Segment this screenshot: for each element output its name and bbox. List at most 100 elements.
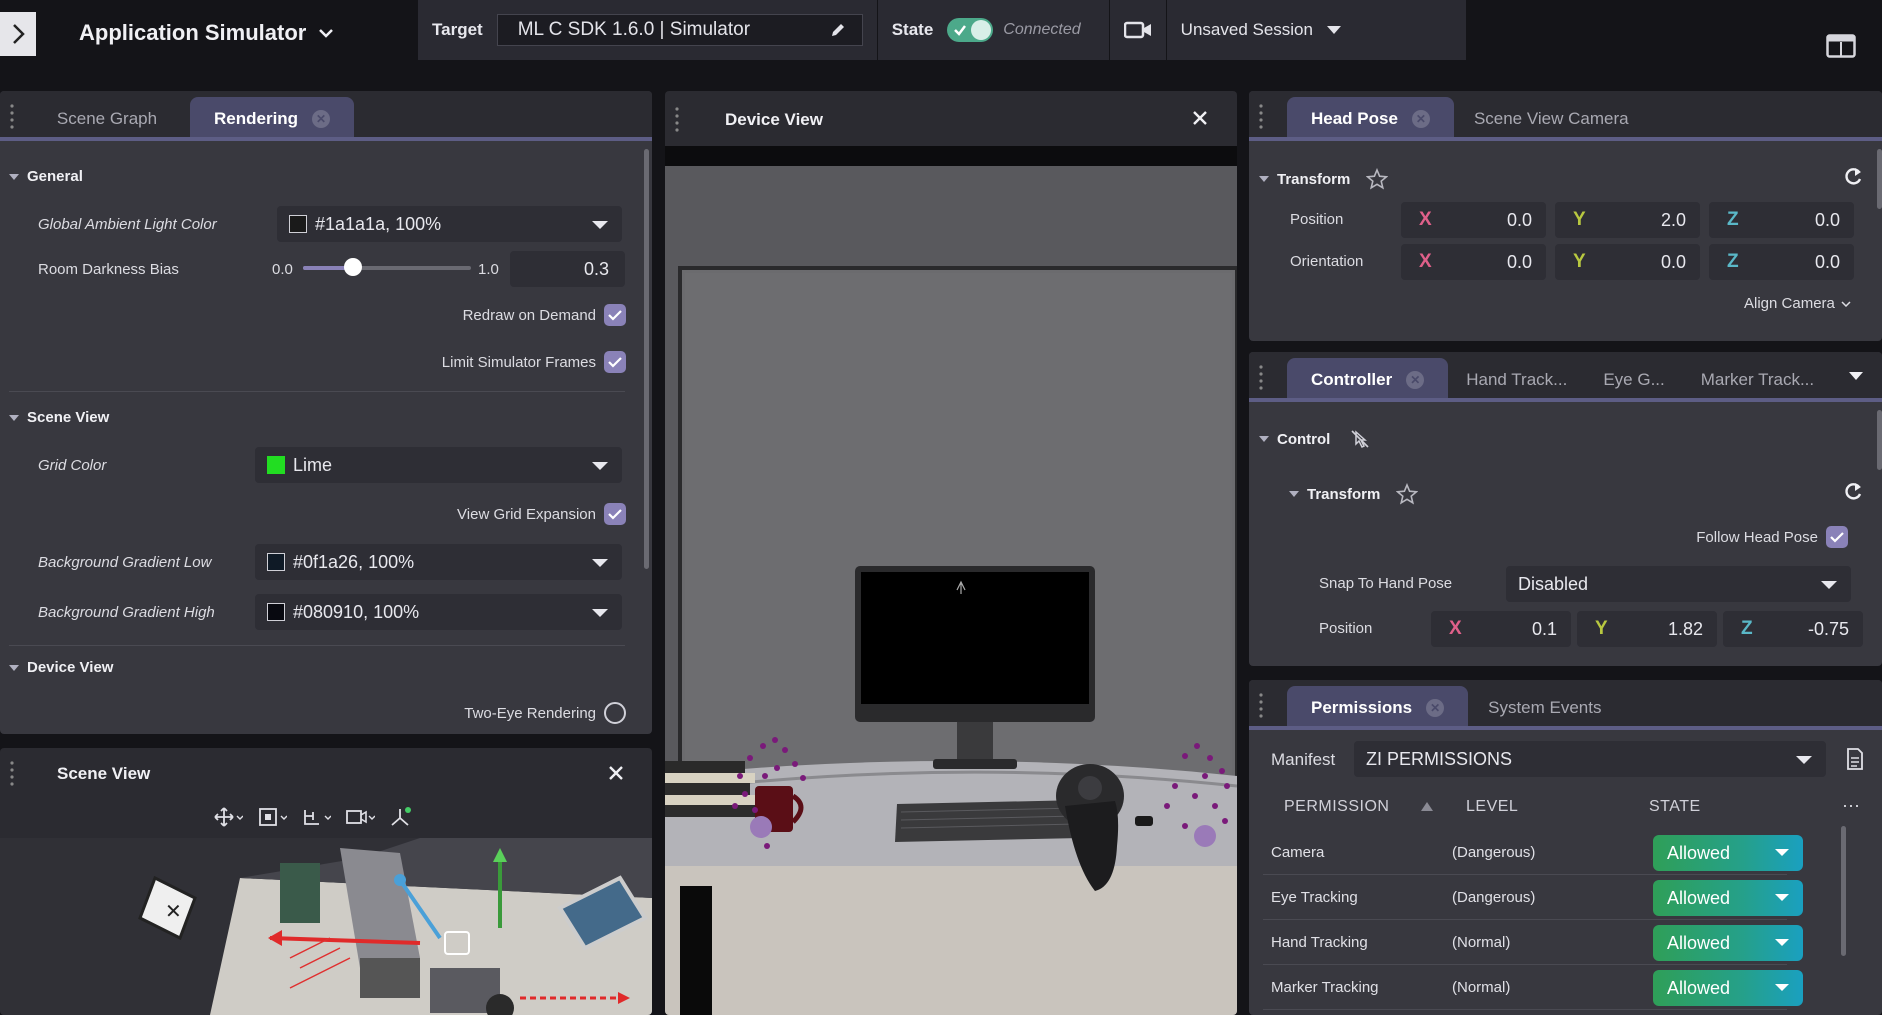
target-label: Target bbox=[432, 20, 483, 39]
ambient-light-color-dropdown[interactable]: #1a1a1a, 100% bbox=[277, 206, 622, 242]
darkness-slider-track[interactable] bbox=[303, 258, 471, 276]
more-options-icon[interactable]: ··· bbox=[1842, 795, 1860, 816]
star-icon[interactable] bbox=[1396, 483, 1419, 505]
focus-tool-icon[interactable] bbox=[257, 806, 287, 828]
table-row[interactable]: Eye Tracking (Dangerous) Allowed bbox=[1263, 875, 1803, 920]
section-title: Device View bbox=[27, 659, 114, 676]
tab-eye-gaze[interactable]: Eye G... bbox=[1585, 358, 1682, 402]
close-tab-icon[interactable]: ✕ bbox=[1411, 110, 1430, 128]
session-dropdown[interactable]: Unsaved Session bbox=[1181, 20, 1341, 40]
ambient-light-label: Global Ambient Light Color bbox=[38, 216, 217, 233]
caret-down-icon bbox=[1775, 894, 1789, 901]
permission-state-dropdown[interactable]: Allowed bbox=[1653, 835, 1803, 871]
scrollbar[interactable] bbox=[644, 149, 649, 569]
layout-icon[interactable] bbox=[1826, 34, 1856, 58]
grid-color-dropdown[interactable]: Lime bbox=[255, 447, 622, 483]
head-position-y-field[interactable]: Y 2.0 bbox=[1555, 202, 1700, 238]
drag-handle-icon[interactable] bbox=[1249, 352, 1273, 402]
drag-handle-icon[interactable] bbox=[1249, 680, 1273, 730]
controller-transform-section[interactable]: Transform bbox=[1289, 483, 1419, 505]
tab-rendering[interactable]: Rendering ✕ bbox=[190, 97, 355, 141]
connection-toggle[interactable] bbox=[947, 18, 994, 42]
snap-to-hand-pose-dropdown[interactable]: Disabled bbox=[1506, 566, 1851, 602]
permission-state-dropdown[interactable]: Allowed bbox=[1653, 880, 1803, 916]
drag-handle-icon[interactable] bbox=[665, 91, 689, 146]
star-icon[interactable] bbox=[1366, 168, 1389, 190]
drag-handle-icon[interactable] bbox=[0, 748, 24, 798]
section-device-view[interactable]: Device View bbox=[9, 659, 113, 676]
tab-scene-view-camera[interactable]: Scene View Camera bbox=[1454, 97, 1653, 141]
camera-tool-icon[interactable] bbox=[345, 806, 375, 828]
bg-gradient-high-dropdown[interactable]: #080910, 100% bbox=[255, 594, 622, 630]
head-transform-section[interactable]: Transform bbox=[1259, 168, 1389, 190]
pencil-icon[interactable] bbox=[830, 22, 846, 38]
tab-marker-tracking[interactable]: Marker Track... bbox=[1683, 358, 1832, 402]
close-tab-icon[interactable]: ✕ bbox=[312, 110, 331, 128]
two-eye-rendering-checkbox[interactable] bbox=[604, 702, 626, 724]
control-section[interactable]: Control bbox=[1259, 429, 1370, 449]
tab-head-pose[interactable]: Head Pose ✕ bbox=[1287, 97, 1454, 141]
view-grid-expansion-checkbox[interactable] bbox=[604, 503, 626, 525]
close-tab-icon[interactable]: ✕ bbox=[1406, 371, 1425, 389]
session-name: Unsaved Session bbox=[1180, 20, 1313, 39]
table-row[interactable]: Camera (Dangerous) Allowed bbox=[1263, 830, 1803, 875]
table-row[interactable]: Hand Tracking (Normal) Allowed bbox=[1263, 920, 1803, 965]
permission-state-dropdown[interactable]: Allowed bbox=[1653, 970, 1803, 1006]
column-header-permission[interactable]: PERMISSION bbox=[1284, 798, 1389, 816]
app-title-dropdown[interactable]: Application Simulator bbox=[79, 20, 334, 46]
sort-ascending-icon[interactable] bbox=[1421, 802, 1433, 811]
bg-gradient-low-dropdown[interactable]: #0f1a26, 100% bbox=[255, 544, 622, 580]
column-header-level[interactable]: LEVEL bbox=[1466, 798, 1518, 816]
close-tab-icon[interactable]: ✕ bbox=[1426, 699, 1445, 717]
target-selector[interactable]: ML C SDK 1.6.0 | Simulator bbox=[496, 14, 863, 46]
scrollbar[interactable] bbox=[1877, 410, 1882, 470]
head-pose-panel: Head Pose ✕ Scene View Camera Transform P… bbox=[1249, 91, 1882, 341]
drag-handle-icon[interactable] bbox=[1249, 91, 1273, 141]
head-orientation-x-field[interactable]: X 0.0 bbox=[1401, 244, 1546, 280]
document-icon[interactable] bbox=[1846, 748, 1864, 770]
head-position-z-field[interactable]: Z 0.0 bbox=[1709, 202, 1854, 238]
expand-menu-button[interactable] bbox=[0, 12, 36, 56]
limit-simulator-frames-checkbox[interactable] bbox=[604, 351, 626, 373]
video-camera-icon[interactable] bbox=[1123, 20, 1152, 40]
head-orientation-y-field[interactable]: Y 0.0 bbox=[1555, 244, 1700, 280]
permission-state-dropdown[interactable]: Allowed bbox=[1653, 925, 1803, 961]
toolbar-divider bbox=[1108, 0, 1110, 60]
darkness-slider-handle[interactable] bbox=[344, 258, 363, 276]
align-camera-dropdown[interactable]: Align Camera bbox=[1744, 295, 1851, 312]
controller-position-x-field[interactable]: X 0.1 bbox=[1431, 611, 1571, 647]
tab-permissions[interactable]: Permissions ✕ bbox=[1287, 686, 1469, 730]
section-title: Transform bbox=[1277, 170, 1351, 188]
section-scene-view[interactable]: Scene View bbox=[9, 409, 109, 426]
redraw-on-demand-checkbox[interactable] bbox=[604, 304, 626, 326]
drag-handle-icon[interactable] bbox=[0, 91, 24, 141]
scene-3d-viewport[interactable]: ✕ bbox=[0, 838, 652, 1015]
follow-head-pose-checkbox[interactable] bbox=[1826, 526, 1848, 548]
scrollbar[interactable] bbox=[1841, 826, 1846, 956]
column-header-state[interactable]: STATE bbox=[1649, 798, 1701, 816]
tab-system-events[interactable]: System Events bbox=[1468, 686, 1625, 730]
scrollbar[interactable] bbox=[1877, 149, 1882, 209]
section-general[interactable]: General bbox=[9, 168, 83, 185]
tab-hand-tracking[interactable]: Hand Track... bbox=[1448, 358, 1585, 402]
controller-position-z-field[interactable]: Z -0.75 bbox=[1723, 611, 1863, 647]
move-tool-icon[interactable] bbox=[213, 806, 243, 828]
pivot-tool-icon[interactable] bbox=[301, 806, 331, 828]
caret-down-icon bbox=[592, 462, 608, 470]
darkness-bias-input[interactable]: 0.3 bbox=[510, 251, 625, 287]
tab-scene-graph[interactable]: Scene Graph bbox=[24, 97, 190, 141]
head-position-x-field[interactable]: X 0.0 bbox=[1401, 202, 1546, 238]
reset-icon[interactable] bbox=[1842, 481, 1864, 503]
manifest-dropdown[interactable]: ZI PERMISSIONS bbox=[1354, 741, 1826, 777]
head-orientation-z-field[interactable]: Z 0.0 bbox=[1709, 244, 1854, 280]
close-icon[interactable] bbox=[1192, 110, 1208, 126]
tab-controller[interactable]: Controller ✕ bbox=[1287, 358, 1449, 402]
device-render-viewport[interactable] bbox=[665, 146, 1237, 1015]
tab-overflow-caret-icon[interactable] bbox=[1849, 372, 1863, 380]
close-icon[interactable] bbox=[608, 765, 624, 781]
pointer-off-icon[interactable] bbox=[1350, 429, 1370, 449]
controller-position-y-field[interactable]: Y 1.82 bbox=[1577, 611, 1717, 647]
axis-gizmo-icon[interactable] bbox=[389, 806, 411, 828]
reset-icon[interactable] bbox=[1842, 166, 1864, 188]
table-row[interactable]: Marker Tracking (Normal) Allowed bbox=[1263, 965, 1803, 1010]
